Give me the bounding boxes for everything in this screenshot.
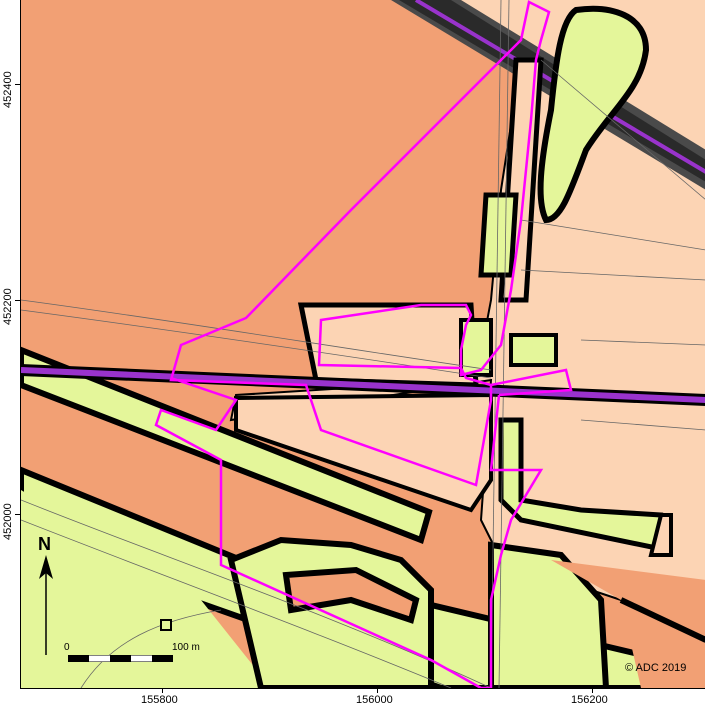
small-parcel xyxy=(160,619,172,631)
north-arrow-icon xyxy=(39,555,53,655)
x-tickmark xyxy=(592,688,593,693)
y-tickmark xyxy=(15,84,20,85)
scale-bar-start: 0 xyxy=(64,642,70,653)
y-tick-label: 452400 xyxy=(2,71,14,108)
map-canvas[interactable] xyxy=(21,0,705,688)
x-tick-label: 156000 xyxy=(356,694,393,706)
y-tick-label: 452200 xyxy=(2,288,14,325)
map-frame[interactable] xyxy=(20,0,705,689)
x-tickmark xyxy=(377,688,378,693)
x-tickmark xyxy=(162,688,163,693)
green-strip-north xyxy=(478,192,519,278)
y-tickmark xyxy=(15,514,20,515)
y-tick-label: 452000 xyxy=(2,503,14,540)
green-block-east xyxy=(509,333,558,367)
y-tickmark xyxy=(15,300,20,301)
copyright-notice: © ADC 2019 xyxy=(625,662,687,674)
scale-bar xyxy=(68,655,173,662)
x-tick-label: 156200 xyxy=(571,694,608,706)
scale-bar-end: 100 m xyxy=(172,642,200,653)
x-tick-label: 155800 xyxy=(141,694,178,706)
